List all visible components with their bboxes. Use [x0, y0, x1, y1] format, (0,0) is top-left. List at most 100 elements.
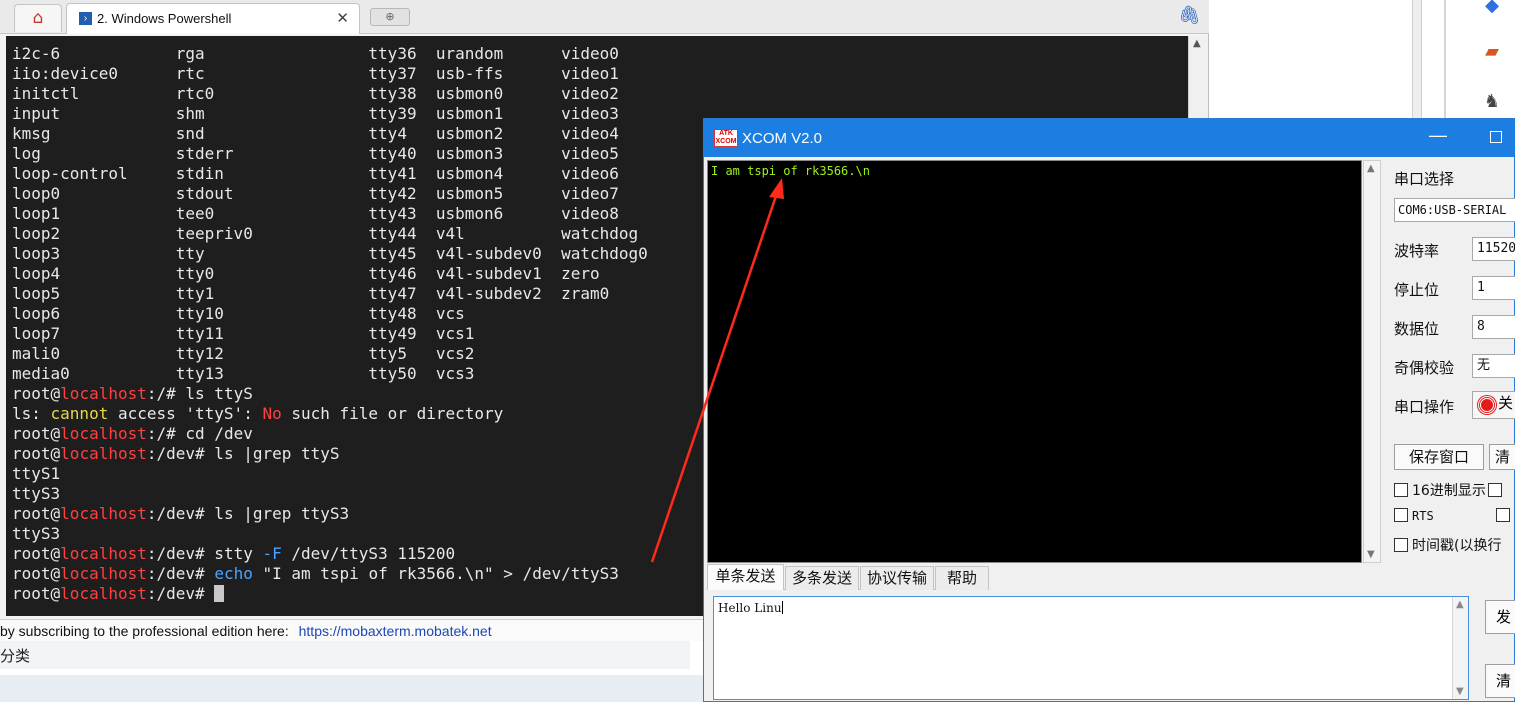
terminal-text: :/# cd /dev — [146, 424, 253, 443]
clear-send-button[interactable]: 清 — [1485, 664, 1515, 698]
baud-select[interactable]: 115200 — [1472, 237, 1515, 261]
terminal-text: loop4 tty0 tty46 v4l-subdev1 zero — [12, 264, 600, 283]
terminal-text: -F — [262, 544, 282, 563]
category-label: 站分类 — [0, 641, 690, 669]
terminal-text: localhost — [60, 584, 147, 603]
paperclip-icon[interactable]: 🖇 — [1178, 5, 1201, 26]
settings-panel: 串口选择 COM6:USB-SERIAL 波特率 115200 停止位 1 数据… — [1386, 160, 1515, 570]
tab-powershell[interactable]: › 2. Windows Powershell ✕ — [66, 3, 360, 34]
background-divider — [1444, 0, 1446, 120]
hex-display-checkbox[interactable]: 16进制显示 — [1394, 480, 1506, 500]
terminal-text: root@ — [12, 444, 61, 463]
background-scrollbar[interactable] — [1412, 0, 1422, 120]
clear-receive-button[interactable]: 清 — [1489, 444, 1515, 470]
terminal-text: initctl rtc0 tty38 usbmon0 video2 — [12, 84, 619, 103]
terminal-text: :/dev# stty — [146, 544, 263, 563]
dtr-check[interactable] — [1495, 508, 1510, 522]
text-caret — [781, 601, 783, 614]
terminal-text: /dev/ttyS3 115200 — [281, 544, 456, 563]
terminal-text: :/dev# — [146, 584, 215, 603]
terminal-text: root@ — [12, 584, 61, 603]
rts-label: RTS — [1412, 509, 1434, 523]
xcom-logo-icon: ATK XCOM — [714, 129, 738, 147]
diamond-icon[interactable]: ◆ — [1480, 0, 1504, 18]
scroll-down-icon[interactable]: ▼ — [1456, 686, 1464, 697]
send-input[interactable]: Hello Linu — [713, 596, 1469, 700]
terminal-text: :/# ls ttyS — [146, 384, 253, 403]
rts-checkbox[interactable]: RTS — [1394, 508, 1514, 524]
terminal-text: loop2 teepriv0 tty44 v4l watchdog — [12, 224, 639, 243]
tab-multi-send[interactable]: 多条发送 — [785, 566, 859, 590]
background-right-panel — [1209, 0, 1515, 120]
scroll-down-icon[interactable]: ▼ — [1367, 549, 1375, 560]
received-text: I am tspi of rk3566.\n — [711, 164, 870, 178]
hex-display-check[interactable] — [1394, 483, 1408, 497]
timestamp-label: 时间戳(以换行 — [1412, 538, 1502, 554]
terminal-text: loop6 tty10 tty48 vcs — [12, 304, 465, 323]
stop-bits-select[interactable]: 1 — [1472, 276, 1515, 300]
open-port-button[interactable]: 关 — [1472, 391, 1515, 419]
scroll-up-icon[interactable]: ▲ — [1193, 38, 1201, 49]
terminal-text: root@ — [12, 424, 61, 443]
tab-label: 2. Windows Powershell — [97, 11, 232, 26]
terminal-text: root@ — [12, 564, 61, 583]
stop-bits-label: 停止位 — [1394, 281, 1440, 299]
port-status-icon — [1478, 396, 1496, 414]
status-link[interactable]: https://mobaxterm.mobatek.net — [299, 623, 492, 639]
xcom-window: ATK XCOM XCOM V2.0 — I am tspi of rk3566… — [703, 118, 1515, 702]
maximize-button[interactable] — [1490, 131, 1502, 143]
terminal-text: loop0 stdout tty42 usbmon5 video7 — [12, 184, 619, 203]
powershell-icon: › — [79, 12, 92, 25]
save-window-button[interactable]: 保存窗口 — [1394, 444, 1484, 470]
send-text: Hello Linu — [718, 601, 782, 615]
terminal-text: loop7 tty11 tty49 vcs1 — [12, 324, 475, 343]
tab-protocol[interactable]: 协议传输 — [860, 566, 934, 590]
terminal-text: such file or directory — [281, 404, 504, 423]
terminal-text: access 'ttyS': — [108, 404, 263, 423]
xcom-titlebar[interactable]: ATK XCOM XCOM V2.0 — — [704, 119, 1515, 157]
terminal-text: No — [262, 404, 282, 423]
toolbox-icon[interactable]: ▰ — [1480, 40, 1504, 64]
open-port-label: 关 — [1498, 394, 1514, 412]
receive-area[interactable]: I am tspi of rk3566.\n — [707, 160, 1362, 563]
terminal-text: loop3 tty tty45 v4l-subdev0 watchdog0 — [12, 244, 648, 263]
terminal-line: iio:device0 rtc tty37 usb-ffs video1 — [12, 64, 1188, 84]
rts-check[interactable] — [1394, 508, 1408, 522]
parity-label: 奇偶校验 — [1394, 359, 1455, 377]
terminal-text: kmsg snd tty4 usbmon2 video4 — [12, 124, 619, 143]
terminal-text: iio:device0 rtc tty37 usb-ffs video1 — [12, 64, 619, 83]
send-tab-bar: 单条发送 多条发送 协议传输 帮助 — [707, 564, 989, 590]
receive-scrollbar[interactable]: ▲ ▼ — [1363, 160, 1381, 563]
minimize-button[interactable]: — — [1426, 125, 1450, 146]
close-tab-icon[interactable]: ✕ — [336, 9, 349, 27]
data-bits-select[interactable]: 8 — [1472, 315, 1515, 339]
scroll-up-icon[interactable]: ▲ — [1456, 599, 1464, 610]
terminal-text: i2c-6 rga tty36 urandom video0 — [12, 44, 619, 63]
terminal-text: loop-control stdin tty41 usbmon4 video6 — [12, 164, 619, 183]
terminal-text: ttyS3 — [12, 524, 61, 543]
terminal-line: initctl rtc0 tty38 usbmon0 video2 — [12, 84, 1188, 104]
new-tab-button[interactable]: ⊕ — [370, 8, 410, 26]
terminal-text: cannot — [50, 404, 109, 423]
tab-help[interactable]: 帮助 — [935, 566, 989, 590]
terminal-text: :/dev# ls |grep ttyS3 — [146, 504, 350, 523]
send-scrollbar[interactable]: ▲ ▼ — [1452, 597, 1468, 699]
user-icon[interactable]: ♞ — [1480, 90, 1504, 114]
timestamp-checkbox[interactable]: 时间戳(以换行 — [1394, 535, 1501, 555]
terminal-text: mali0 tty12 tty5 vcs2 — [12, 344, 475, 363]
port-select[interactable]: COM6:USB-SERIAL — [1394, 198, 1515, 222]
timestamp-check[interactable] — [1394, 538, 1408, 552]
terminal-text: ttyS1 — [12, 464, 61, 483]
parity-select[interactable]: 无 — [1472, 354, 1515, 378]
terminal-text: localhost — [60, 544, 147, 563]
terminal-text: input shm tty39 usbmon1 video3 — [12, 104, 619, 123]
terminal-text: localhost — [60, 384, 147, 403]
extra-checkbox[interactable] — [1487, 483, 1502, 497]
terminal-text: :/dev# ls |grep ttyS — [146, 444, 340, 463]
terminal-text: echo — [214, 564, 253, 583]
home-tab[interactable]: ⌂ — [14, 4, 62, 32]
tab-single-send[interactable]: 单条发送 — [707, 564, 784, 590]
terminal-text: "I am tspi of rk3566.\n" > /dev/ttyS3 — [252, 564, 619, 583]
send-button[interactable]: 发 — [1485, 600, 1515, 634]
scroll-up-icon[interactable]: ▲ — [1367, 163, 1375, 174]
